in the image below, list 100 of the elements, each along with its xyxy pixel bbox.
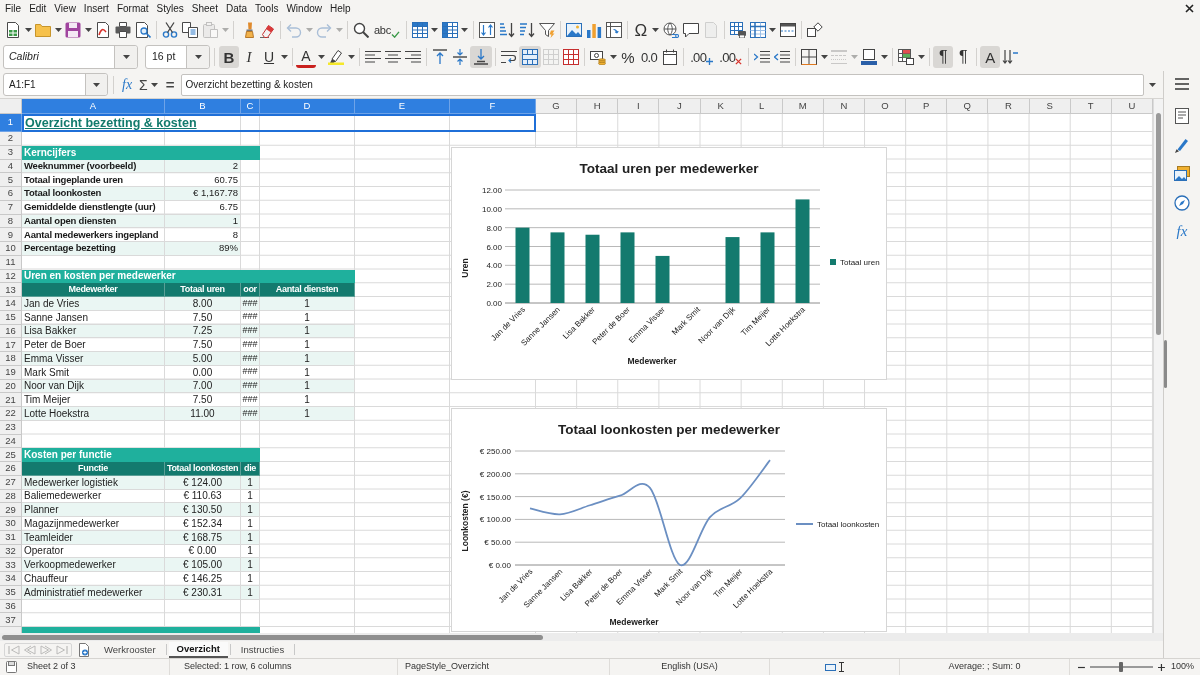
caret-icon[interactable] [609, 55, 617, 59]
caret-icon[interactable] [194, 55, 202, 59]
row-header[interactable]: 17 [0, 338, 22, 352]
borders-icon[interactable] [801, 49, 818, 65]
formula-button[interactable]: = [163, 77, 177, 92]
caret-icon[interactable] [280, 55, 288, 59]
text-cursor-icon[interactable] [839, 662, 844, 672]
menu-item[interactable]: Format [112, 1, 153, 16]
align-left-icon[interactable] [365, 49, 381, 65]
scrollbar-thumb[interactable] [2, 634, 543, 640]
sort-descending-icon[interactable] [518, 22, 535, 38]
menu-icon[interactable] [1175, 78, 1189, 90]
wrap-text-icon[interactable] [501, 49, 517, 65]
caret-icon[interactable] [24, 28, 32, 32]
row-header[interactable]: 21 [0, 393, 22, 407]
column-header[interactable]: E [355, 99, 450, 114]
font-name-field[interactable]: Calibri [3, 45, 138, 69]
row-header[interactable]: 18 [0, 352, 22, 366]
spelling-button[interactable]: abc [371, 19, 403, 41]
row-header[interactable]: 13 [0, 283, 22, 297]
sheet-tab[interactable]: Overzicht [168, 641, 228, 658]
calendar-icon[interactable] [662, 49, 679, 65]
highlighter-icon[interactable] [328, 49, 344, 65]
formula-input[interactable]: Overzicht bezetting & kosten [180, 73, 1144, 96]
scissors-icon[interactable] [162, 22, 178, 38]
add-page-icon[interactable] [78, 642, 90, 657]
pen-icon[interactable] [1174, 137, 1190, 153]
function-wizard-button[interactable]: fx [120, 77, 135, 92]
grid-printer-icon[interactable] [729, 22, 746, 38]
copy-icon[interactable] [182, 22, 198, 38]
menu-item[interactable]: Sheet [187, 1, 222, 16]
caret-icon[interactable] [880, 55, 888, 59]
row-header[interactable]: 2 [0, 132, 22, 146]
sort-ascending-icon[interactable] [498, 22, 515, 38]
printer-icon[interactable] [115, 22, 131, 38]
menu-item[interactable]: Window [282, 1, 326, 16]
row-header[interactable]: 25 [0, 448, 22, 462]
rectangle-icon[interactable] [825, 663, 836, 671]
row-header[interactable]: 1 [0, 114, 22, 132]
zoom-level[interactable]: 100% [1171, 660, 1194, 674]
sum-button[interactable]: Σ [138, 77, 149, 92]
document-lines-icon[interactable] [1174, 108, 1190, 124]
align-right-icon[interactable] [405, 49, 421, 65]
bar-chart-icon[interactable] [585, 22, 602, 38]
caret-icon[interactable] [820, 55, 828, 59]
row-header[interactable]: 34 [0, 572, 22, 586]
functions-button[interactable]: fx [1176, 224, 1188, 239]
caret-icon[interactable] [84, 28, 92, 32]
column-header[interactable]: D [260, 99, 355, 114]
menu-item[interactable]: Insert [79, 1, 113, 16]
table-columns-icon[interactable] [441, 22, 458, 38]
document-icon[interactable] [95, 22, 111, 38]
menu-item[interactable]: Styles [152, 1, 188, 16]
row-header[interactable]: 29 [0, 503, 22, 517]
column-header[interactable]: Q [947, 99, 989, 114]
menu-item[interactable]: View [50, 1, 80, 16]
name-box[interactable]: A1:F1 [3, 73, 108, 96]
italic-button[interactable]: I [239, 46, 259, 68]
column-header[interactable]: A [22, 99, 165, 114]
font-color-button[interactable]: A [296, 46, 316, 68]
sheet-tab[interactable]: Werkrooster [96, 641, 164, 658]
row-header[interactable]: 26 [0, 462, 22, 476]
image-icon[interactable] [565, 22, 582, 38]
speech-bubble-icon[interactable] [682, 22, 699, 38]
menu-item[interactable]: Edit [25, 1, 51, 16]
column-header[interactable]: I [618, 99, 660, 114]
align-top-icon[interactable] [432, 49, 448, 65]
add-decimal-button[interactable]: .00 [687, 46, 717, 68]
page-magnifier-icon[interactable] [135, 22, 151, 38]
row-header[interactable]: 14 [0, 297, 22, 311]
caret-icon[interactable] [1149, 82, 1156, 87]
menu-item[interactable]: Data [221, 1, 252, 16]
zoom-in-icon[interactable] [1158, 663, 1165, 671]
column-header[interactable]: P [906, 99, 948, 114]
row-header[interactable]: 30 [0, 517, 22, 531]
number-format-button[interactable]: 0.0 [638, 46, 661, 68]
sheet-tab[interactable]: Instructies [232, 641, 293, 658]
row-header[interactable]: 37 [0, 613, 22, 627]
table-grid-icon[interactable] [563, 49, 579, 65]
horizontal-text-button[interactable]: A [980, 46, 1001, 68]
dropdown-button[interactable] [85, 74, 107, 95]
caret-icon[interactable] [93, 82, 100, 87]
caret-icon[interactable] [431, 28, 439, 32]
menu-item[interactable]: Help [326, 1, 355, 16]
row-header[interactable]: 22 [0, 407, 22, 421]
menu-item[interactable]: Tools [251, 1, 283, 16]
delete-decimal-button[interactable]: .00 [716, 46, 746, 68]
bold-button[interactable]: B [219, 46, 239, 68]
underline-button[interactable]: U [259, 46, 279, 68]
table-icon[interactable] [749, 22, 766, 38]
dropdown-button[interactable] [114, 46, 137, 68]
eraser-icon[interactable] [259, 22, 275, 38]
merge-cells-icon[interactable] [519, 46, 541, 68]
shapes-icon[interactable] [806, 22, 823, 38]
scrollbar-thumb[interactable] [1156, 113, 1161, 335]
row-header[interactable]: 5 [0, 173, 22, 187]
column-header[interactable]: F [450, 99, 536, 114]
caret-icon[interactable] [917, 55, 925, 59]
search-icon[interactable] [353, 22, 369, 38]
close-icon[interactable] [1185, 4, 1194, 13]
